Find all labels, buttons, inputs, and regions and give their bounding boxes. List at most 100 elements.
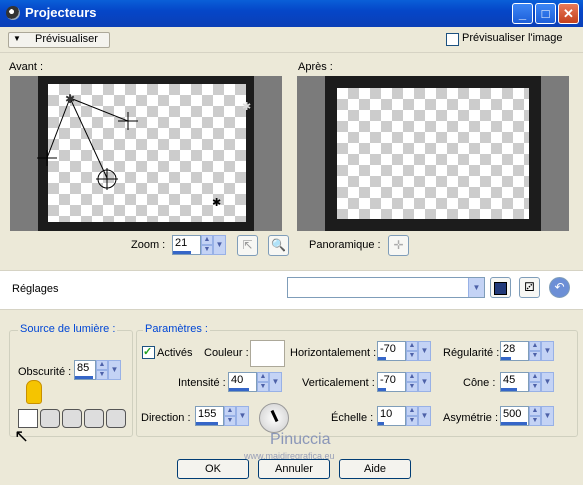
zoom-up-icon[interactable]: ▲	[201, 235, 213, 245]
presets-dropdown[interactable]: ▼	[287, 277, 485, 298]
zoom-stepper[interactable]: 21 ▲ ▼ ▼	[172, 235, 227, 255]
scale-up-icon[interactable]: ▲	[406, 406, 418, 416]
intensity-down-icon[interactable]: ▼	[257, 382, 269, 392]
horizontal-dropdown-icon[interactable]: ▼	[418, 341, 431, 361]
horizontal-bar	[378, 357, 386, 360]
preview-toggle-button[interactable]: ▼ Prévisualiser	[8, 32, 110, 48]
intensity-dropdown-icon[interactable]: ▼	[269, 372, 282, 392]
maximize-button[interactable]: □	[535, 3, 556, 24]
floppy-disk-icon	[494, 282, 507, 295]
after-label: Après :	[298, 61, 333, 73]
direction-label: Direction :	[141, 412, 191, 424]
asymmetry-up-icon[interactable]: ▲	[529, 406, 541, 416]
direction-down-icon[interactable]: ▼	[224, 416, 236, 426]
preview-image-checkbox[interactable]	[446, 33, 459, 46]
color-swatch[interactable]	[250, 340, 285, 367]
intensity-up-icon[interactable]: ▲	[257, 372, 269, 382]
cone-label: Cône :	[463, 377, 496, 389]
mouse-cursor-icon: ↖	[14, 426, 30, 446]
chevron-down-icon[interactable]: ▼	[468, 278, 484, 297]
preview-toggle-label: Prévisualiser	[35, 33, 98, 45]
save-preset-button[interactable]	[490, 277, 511, 298]
sharpness-up-icon[interactable]: ▲	[529, 341, 541, 351]
after-canvas	[337, 88, 529, 219]
zoom-to-actual-button[interactable]: 🔍	[268, 235, 289, 256]
vertical-bar	[378, 388, 386, 391]
random-preset-button[interactable]: ⚂	[519, 277, 540, 298]
enabled-checkbox[interactable]: ✓	[142, 346, 155, 359]
svg-text:✱: ✱	[242, 101, 251, 113]
horizontal-down-icon[interactable]: ▼	[406, 351, 418, 361]
pan-button[interactable]: ✛	[388, 235, 409, 256]
sharpness-stepper[interactable]: 28 ▲ ▼ ▼	[500, 341, 555, 361]
asymmetry-down-icon[interactable]: ▼	[529, 416, 541, 426]
dice-icon: ⚂	[524, 280, 535, 294]
vertical-up-icon[interactable]: ▲	[406, 372, 418, 382]
spotlight-4-icon[interactable]	[84, 409, 104, 428]
horizontal-up-icon[interactable]: ▲	[406, 341, 418, 351]
spotlight-5-icon[interactable]	[106, 409, 126, 428]
darkness-bar	[75, 376, 93, 379]
help-button[interactable]: Aide	[339, 459, 411, 479]
spotlight-overlay[interactable]: ✱ ✱ ✱	[10, 76, 282, 231]
close-button[interactable]: ✕	[558, 3, 579, 24]
magnifier-icon: 🔍	[271, 238, 286, 252]
before-preview[interactable]: ✱ ✱ ✱	[10, 76, 282, 231]
scale-bar	[378, 422, 384, 425]
after-preview	[297, 76, 569, 231]
sharpness-down-icon[interactable]: ▼	[529, 351, 541, 361]
direction-stepper[interactable]: 155 ▲ ▼ ▼	[195, 406, 250, 426]
color-label: Couleur :	[204, 347, 249, 359]
asymmetry-dropdown-icon[interactable]: ▼	[541, 406, 554, 426]
app-icon	[6, 6, 20, 20]
direction-dropdown-icon[interactable]: ▼	[236, 406, 249, 426]
direction-up-icon[interactable]: ▲	[224, 406, 236, 416]
zoom-dropdown-icon[interactable]: ▼	[213, 235, 226, 255]
asymmetry-stepper[interactable]: 500 ▲ ▼ ▼	[500, 406, 555, 426]
intensity-stepper[interactable]: 40 ▲ ▼ ▼	[228, 372, 283, 392]
scale-label: Échelle :	[331, 412, 374, 424]
zoom-bar	[173, 251, 191, 254]
darkness-down-icon[interactable]: ▼	[96, 370, 108, 380]
darkness-up-icon[interactable]: ▲	[96, 360, 108, 370]
cone-bar	[501, 388, 517, 391]
title-bar[interactable]: Projecteurs _ □ ✕	[0, 0, 583, 27]
parameters-legend: Paramètres :	[143, 323, 210, 335]
spotlight-2-icon[interactable]	[40, 409, 60, 428]
enabled-label: Activés	[157, 347, 193, 359]
scale-down-icon[interactable]: ▼	[406, 416, 418, 426]
reset-button[interactable]: ↶	[549, 277, 570, 298]
cone-down-icon[interactable]: ▼	[529, 382, 541, 392]
triangle-down-icon: ▼	[13, 34, 21, 43]
before-label: Avant :	[9, 61, 44, 73]
scale-dropdown-icon[interactable]: ▼	[418, 406, 431, 426]
minimize-button[interactable]: _	[512, 3, 533, 24]
vertical-down-icon[interactable]: ▼	[406, 382, 418, 392]
cone-stepper[interactable]: 45 ▲ ▼ ▼	[500, 372, 555, 392]
cone-dropdown-icon[interactable]: ▼	[541, 372, 554, 392]
zoom-down-icon[interactable]: ▼	[201, 245, 213, 255]
scale-stepper[interactable]: 10 ▲ ▼ ▼	[377, 406, 432, 426]
light-source-legend: Source de lumière :	[18, 323, 118, 335]
zoom-fit-button[interactable]: ⇱	[237, 235, 258, 256]
pointing-hand-icon	[26, 380, 42, 404]
direction-bar	[196, 422, 218, 425]
horizontal-stepper[interactable]: -70 ▲ ▼ ▼	[377, 341, 432, 361]
asymmetry-bar	[501, 422, 527, 425]
watermark-name: Pinuccia	[270, 431, 331, 448]
darkness-dropdown-icon[interactable]: ▼	[108, 360, 121, 380]
zoom-fit-icon: ⇱	[242, 238, 253, 252]
sharpness-dropdown-icon[interactable]: ▼	[541, 341, 554, 361]
intensity-label: Intensité :	[178, 377, 226, 389]
vertical-label: Verticalement :	[302, 377, 375, 389]
dial-needle-icon	[270, 409, 279, 423]
darkness-stepper[interactable]: 85 ▲ ▼ ▼	[74, 360, 122, 380]
spotlight-3-icon[interactable]	[62, 409, 82, 428]
vertical-dropdown-icon[interactable]: ▼	[418, 372, 431, 392]
direction-dial[interactable]	[259, 403, 289, 433]
cancel-button[interactable]: Annuler	[258, 459, 330, 479]
ok-button[interactable]: OK	[177, 459, 249, 479]
vertical-stepper[interactable]: -70 ▲ ▼ ▼	[377, 372, 432, 392]
projecteurs-dialog: Projecteurs _ □ ✕ ▼ Prévisualiser Prévis…	[0, 0, 583, 485]
cone-up-icon[interactable]: ▲	[529, 372, 541, 382]
